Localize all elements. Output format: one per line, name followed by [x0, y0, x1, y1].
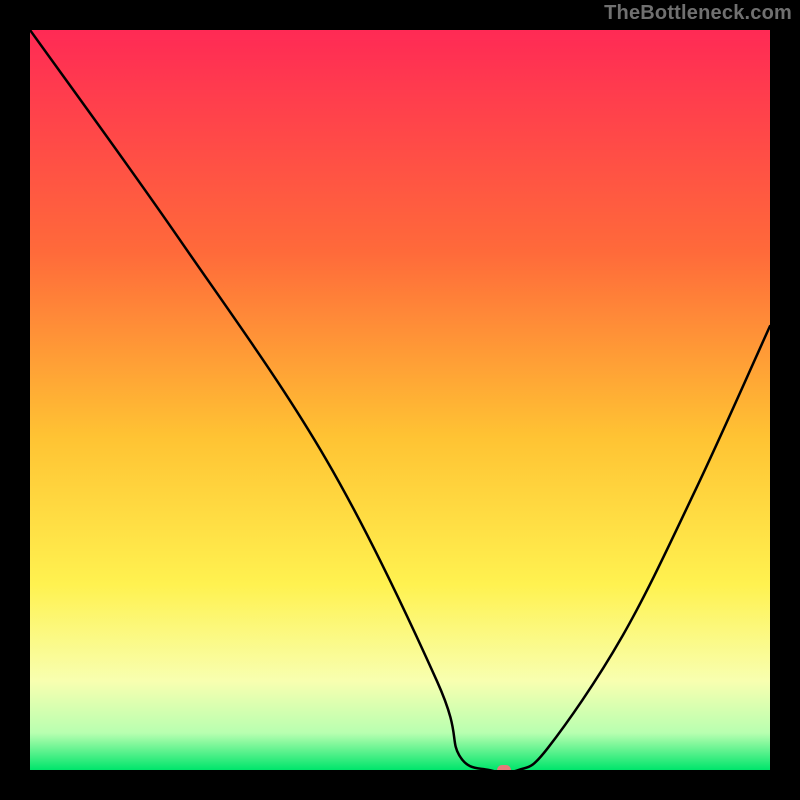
watermark-text: TheBottleneck.com	[604, 2, 792, 25]
optimal-marker	[497, 765, 511, 770]
plot-svg	[30, 30, 770, 770]
plot-area	[30, 30, 770, 770]
gradient-rect	[30, 30, 770, 770]
chart-frame: TheBottleneck.com	[0, 0, 800, 800]
